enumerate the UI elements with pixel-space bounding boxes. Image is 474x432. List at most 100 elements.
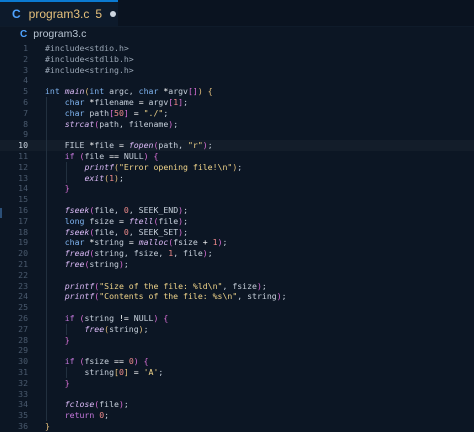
code-token: } bbox=[64, 183, 70, 194]
code-content: printf("Size of the file: %ld\n", fsize)… bbox=[65, 281, 267, 292]
code-line[interactable]: 22 bbox=[0, 270, 474, 281]
line-number: 26 bbox=[18, 313, 28, 323]
code-content: FILE *file = fopen(path, "r"); bbox=[65, 140, 213, 151]
code-token: "Contents of the file: %s\n" bbox=[99, 291, 238, 302]
code-token: free bbox=[84, 323, 105, 334]
code-token: argv bbox=[168, 86, 188, 97]
tab-program3-c[interactable]: C program3.c 5 bbox=[0, 0, 118, 26]
code-token: , SEEK_END bbox=[128, 205, 179, 215]
line-number: 35 bbox=[18, 410, 28, 421]
code-token: fopen bbox=[128, 140, 154, 151]
code-token: ; bbox=[281, 291, 287, 302]
code-token: , file bbox=[173, 248, 203, 259]
code-line[interactable]: 32} bbox=[0, 378, 474, 389]
code-token: fsize bbox=[84, 356, 115, 367]
code-line[interactable]: 12 printf("Error opening file!\n"); bbox=[0, 162, 474, 173]
code-line[interactable]: 29 bbox=[0, 345, 474, 356]
code-token: ; bbox=[158, 367, 164, 377]
code-token: ; bbox=[207, 140, 213, 151]
code-token: if bbox=[64, 313, 80, 323]
code-line[interactable]: 27 free(string); bbox=[0, 324, 474, 335]
code-token: char bbox=[64, 237, 90, 248]
code-line[interactable]: 33 bbox=[0, 389, 474, 400]
code-token: = bbox=[118, 140, 129, 151]
code-line[interactable]: 20 fread(string, fsize, 1, file); bbox=[0, 248, 474, 259]
code-line[interactable]: 18 fseek(file, 0, SEEK_SET); bbox=[0, 227, 474, 238]
code-token: int bbox=[45, 86, 65, 97]
c-language-icon: C bbox=[20, 28, 28, 40]
code-token: string, fsize, bbox=[94, 248, 169, 259]
code-line[interactable]: 25 bbox=[0, 302, 474, 313]
code-line[interactable]: 14} bbox=[0, 183, 474, 194]
code-content: return 0; bbox=[65, 410, 109, 421]
code-line[interactable]: 19 char *string = malloc(fsize + 1); bbox=[0, 237, 474, 248]
code-line[interactable]: 2 #include<stdlib.h> bbox=[0, 54, 474, 65]
code-line[interactable]: 9 bbox=[0, 129, 474, 140]
code-token: free bbox=[64, 259, 85, 269]
code-line[interactable]: 15 bbox=[0, 194, 474, 205]
code-token: ; bbox=[163, 107, 169, 118]
code-line[interactable]: 13 exit(1); bbox=[0, 173, 474, 184]
code-token: long bbox=[64, 215, 90, 226]
code-token: ; bbox=[123, 259, 129, 269]
code-token: string bbox=[84, 313, 119, 323]
line-number: 16 bbox=[18, 205, 28, 215]
code-token: [] bbox=[187, 86, 198, 97]
code-line[interactable]: 10 FILE *file = fopen(path, "r"); bbox=[0, 140, 474, 151]
code-token: = bbox=[118, 215, 129, 226]
code-token: printf bbox=[64, 280, 95, 291]
code-content: if (fsize == 0) { bbox=[65, 356, 149, 367]
code-token: ; bbox=[183, 205, 188, 215]
code-line[interactable]: 30 if (fsize == 0) { bbox=[0, 356, 474, 367]
line-number: 19 bbox=[18, 237, 28, 248]
code-line[interactable]: 6 char *filename = argv[1]; bbox=[0, 97, 474, 108]
code-token: ; bbox=[143, 323, 149, 334]
code-token: argc, bbox=[109, 86, 139, 97]
code-token: { bbox=[163, 313, 169, 323]
code-line[interactable]: 8 strcat(path, filename); bbox=[0, 119, 474, 130]
code-line[interactable]: 26 if (string != NULL) { bbox=[0, 313, 474, 324]
code-line[interactable]: 24 printf("Contents of the file: %s\n", s… bbox=[0, 291, 474, 302]
code-content: char *filename = argv[1]; bbox=[65, 97, 188, 108]
code-line[interactable]: 35 return 0; bbox=[0, 410, 474, 421]
code-token: exit bbox=[84, 172, 105, 183]
line-number: 20 bbox=[18, 248, 28, 259]
line-number: 29 bbox=[18, 345, 28, 356]
code-line[interactable]: 4 bbox=[0, 75, 474, 86]
code-line[interactable]: 23 printf("Size of the file: %ld\n", fsiz… bbox=[0, 281, 474, 292]
code-line[interactable]: 21 free(string); bbox=[0, 259, 474, 270]
code-token: if bbox=[64, 151, 80, 161]
code-content: free(string); bbox=[84, 324, 148, 335]
code-content: if (string != NULL) { bbox=[65, 313, 169, 324]
code-line[interactable]: 34 fclose(file); bbox=[0, 399, 474, 410]
code-line[interactable]: 7 char path[50] = "./"; bbox=[0, 108, 474, 119]
code-token: printf bbox=[64, 291, 95, 302]
code-token: ; bbox=[261, 280, 267, 291]
code-token: fsize bbox=[173, 237, 203, 248]
code-content: fclose(file); bbox=[65, 399, 129, 410]
code-line[interactable]: 3 #include<string.h> bbox=[0, 65, 474, 76]
code-content: printf("Error opening file!\n"); bbox=[84, 162, 242, 173]
code-token: file bbox=[94, 140, 119, 151]
code-token: int bbox=[89, 86, 110, 97]
code-line[interactable]: 17 long fsize = ftell(file); bbox=[0, 216, 474, 227]
code-editor[interactable]: 1 #include<stdio.h> 2 #include<stdlib.h> 3 #i… bbox=[0, 41, 474, 431]
code-content: #include<stdio.h> bbox=[45, 43, 129, 54]
problems-count-badge: 5 bbox=[95, 7, 103, 21]
code-token: ; bbox=[222, 237, 228, 248]
unsaved-dot-icon[interactable] bbox=[110, 11, 117, 17]
line-number: 15 bbox=[18, 194, 28, 205]
code-content: fread(string, fsize, 1, file); bbox=[65, 248, 213, 259]
code-line[interactable]: 36} bbox=[0, 421, 474, 432]
code-line[interactable]: 1 #include<stdio.h> bbox=[0, 43, 474, 54]
line-number: 24 bbox=[18, 291, 28, 302]
code-line[interactable]: 16 fseek(file, 0, SEEK_END); bbox=[0, 205, 474, 216]
code-token: NULL bbox=[123, 151, 144, 161]
code-token: #include<stdio.h> bbox=[45, 43, 129, 53]
code-line[interactable]: 28} bbox=[0, 335, 474, 346]
breadcrumb-file[interactable]: program3.c bbox=[33, 28, 86, 40]
code-line[interactable]: 31 string[0] = 'A'; bbox=[0, 367, 474, 378]
code-line[interactable]: 11 if (file == NULL) { bbox=[0, 151, 474, 162]
line-number: 34 bbox=[18, 399, 28, 410]
code-line[interactable]: 5 int main(int argc, char *argv[]) { bbox=[0, 86, 474, 97]
